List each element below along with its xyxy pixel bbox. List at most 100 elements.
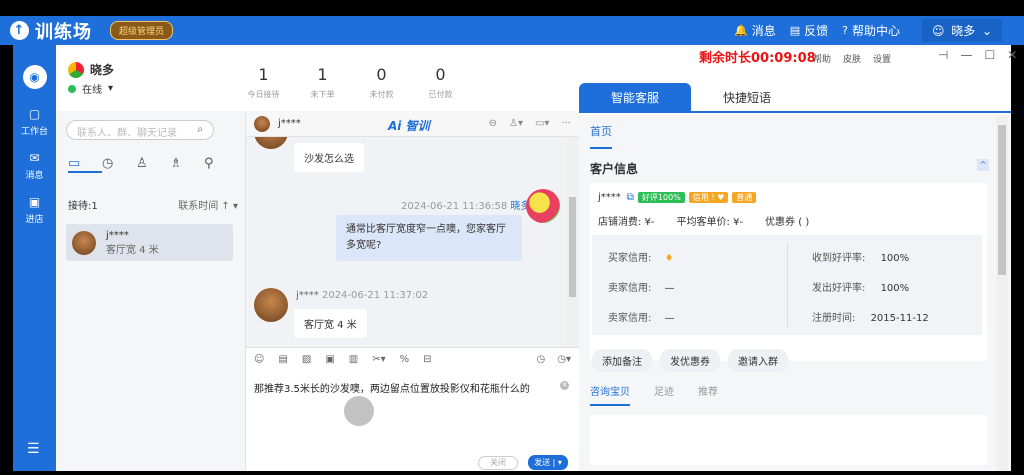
send-button[interactable]: 发送 | ▾ (528, 455, 568, 470)
stats: 1 今日接待 1 未下单 0 未付款 0 已付款 (234, 65, 470, 100)
settings-link[interactable]: 设置 (873, 52, 891, 65)
workspace-window: 晓多 在线 ▾ 1 今日接待 1 未下单 0 未付款 0 已付款 剩余时长00:09:08… (56, 45, 1017, 471)
chat-tab-icon[interactable]: ▭ (68, 156, 102, 173)
chat-panel: j**** Ai 智训 ⊖ ♙▾ ▭▾ ··· 沙发怎么选 2024-06-21… (246, 111, 579, 471)
tab-quick-phrases[interactable]: 快捷短语 (691, 83, 803, 113)
help-link[interactable]: 帮助 (813, 52, 831, 65)
text-icon[interactable]: ▤ (278, 354, 287, 365)
avatar (254, 137, 288, 149)
customer-name-row: j**** ⧉ 好评100% 信用 ! ♥ 普通 (598, 192, 757, 203)
tab-recommend[interactable]: 推荐 (698, 383, 718, 406)
customer-actions: 添加备注 发优惠券 邀请入群 (592, 349, 796, 372)
more-icon[interactable]: ⊖ (489, 118, 497, 129)
clear-icon[interactable]: ✕ (560, 381, 569, 390)
nav-message[interactable]: ✉ 消息 (13, 151, 56, 181)
avatar (254, 115, 270, 132)
card-icon[interactable]: ▥ (349, 354, 358, 365)
credit-row: 卖家信用: — (608, 283, 675, 294)
image-icon[interactable]: ▨ (302, 354, 311, 365)
ellipsis-icon[interactable]: ··· (561, 118, 571, 129)
nav-messages[interactable]: 🔔 消息 (734, 22, 776, 39)
clock-icon[interactable]: ◷ (102, 156, 136, 173)
ai-train-badge[interactable]: Ai 智训 (388, 117, 430, 134)
group-icon[interactable]: ♗ (170, 156, 204, 173)
stat-today: 1 今日接待 (247, 65, 280, 99)
assistant-tabs: 智能客服 快捷短语 (579, 83, 1011, 113)
message-bubble: 沙发怎么选 (294, 143, 364, 172)
rate-row: 发出好评率: 100% (812, 283, 910, 294)
status-select[interactable]: 在线 ▾ (68, 81, 113, 96)
online-dot-icon (68, 84, 76, 93)
product-list (590, 415, 987, 465)
nav-workbench[interactable]: ▢ 工作台 (13, 107, 56, 137)
invite-group-button[interactable]: 邀请入群 (728, 349, 788, 372)
contact-tabs: ▭ ◷ ♙ ♗ ⚲ (68, 156, 238, 173)
user-menu[interactable]: ☺ 晓多 ⌄ (922, 19, 1002, 42)
store-icon: ▣ (28, 195, 41, 209)
search-icon: ⌕ (197, 124, 203, 135)
nav-help[interactable]: ? 帮助中心 (842, 22, 900, 39)
window-controls: ⊣ — ☐ ✕ (926, 48, 1017, 62)
chat-scrollbar[interactable] (566, 137, 579, 347)
copy-icon[interactable]: ⧉ (627, 192, 634, 203)
contact-search-input[interactable]: 联系人、群、聊天记录 ⌕ (66, 120, 214, 140)
customer-card: j**** ⧉ 好评100% 信用 ! ♥ 普通 店铺消费: ¥- 平均客单价:… (590, 183, 987, 372)
minimize-icon[interactable]: — (960, 48, 972, 62)
user-icon[interactable]: ♙▾ (509, 118, 523, 129)
app-nav: 🔔 消息 ▤ 反馈 ? 帮助中心 ☺ 晓多 ⌄ (720, 19, 1002, 42)
app-header: ↑ 训练场 超级管理员 🔔 消息 ▤ 反馈 ? 帮助中心 ☺ 晓多 ⌄ (0, 16, 1024, 45)
org-icon[interactable]: ⚲ (204, 156, 238, 173)
customer-stats-row: 店铺消费: ¥- 平均客单价: ¥- 优惠券 ( ) (598, 213, 831, 228)
menu-icon[interactable]: ☰ (27, 441, 40, 457)
chat-header: j**** Ai 智训 ⊖ ♙▾ ▭▾ ··· (246, 111, 579, 137)
scissors-icon[interactable]: ✂▾ (372, 354, 385, 365)
screen-top-bar (0, 0, 1024, 16)
list-item[interactable]: j**** 客厅宽 4 米 (66, 224, 233, 261)
sort-dropdown[interactable]: 联系时间 ↑ ▾ (178, 197, 238, 212)
add-note-button[interactable]: 添加备注 (592, 349, 652, 372)
status-badge: 普通 (732, 192, 757, 203)
maximize-icon[interactable]: ☐ (984, 48, 995, 62)
remaining-timer: 剩余时长00:09:08 (699, 51, 816, 66)
tab-consult-items[interactable]: 咨询宝贝 (590, 383, 630, 406)
clock-icon[interactable]: ◷▾ (557, 354, 571, 365)
product-tabs: 咨询宝贝 足迹 推荐 (590, 383, 742, 406)
folder-icon[interactable]: ▣ (325, 354, 334, 365)
chat-header-tools: ⊖ ♙▾ ▭▾ ··· (477, 118, 571, 129)
scroll-thumb[interactable] (998, 125, 1006, 275)
template-icon[interactable]: ⊟ (423, 354, 431, 365)
nav-feedback[interactable]: ▤ 反馈 (790, 22, 828, 39)
pointer-cursor-icon (344, 396, 374, 426)
message-input[interactable]: 那推荐3.5米长的沙发噢，两边留点位置放投影仪和花瓶什么的 (254, 380, 530, 395)
close-icon[interactable]: ✕ (1007, 48, 1017, 62)
emoji-icon[interactable]: ☺ (254, 354, 264, 365)
collapse-icon[interactable]: ^ (977, 159, 989, 171)
workbench-icon: ▢ (28, 107, 41, 121)
assistant-scrollbar[interactable] (996, 115, 1008, 471)
contact-last-message: 客厅宽 4 米 (106, 244, 159, 256)
send-coupon-button[interactable]: 发优惠券 (660, 349, 720, 372)
video-icon[interactable]: ▭▾ (535, 118, 549, 129)
tab-home[interactable]: 首页 (590, 123, 612, 149)
percent-icon[interactable]: % (400, 354, 410, 365)
chat-icon[interactable]: ◉ (22, 65, 47, 89)
wait-count: 接待:1 (68, 201, 98, 212)
history-icon[interactable]: ◷ (537, 354, 546, 365)
pin-icon[interactable]: ⊣ (938, 48, 948, 62)
tab-footprint[interactable]: 足迹 (654, 383, 674, 406)
avg-price: 平均客单价: ¥- (676, 217, 744, 228)
nav-store[interactable]: ▣ 进店 (13, 195, 56, 225)
logo-arrow-icon: ↑ (10, 21, 29, 40)
mail-icon: ✉ (29, 151, 40, 165)
window-links: 帮助 皮肤 设置 (813, 52, 903, 65)
customer-name: j**** (598, 192, 621, 203)
close-button[interactable]: 关闭 (478, 456, 518, 470)
person-icon[interactable]: ♙ (136, 156, 170, 173)
assistant-panel: 智能客服 快捷短语 首页 客户信息 ^ j**** ⧉ 好评100% 信用 ! … (579, 67, 1011, 471)
skin-link[interactable]: 皮肤 (843, 52, 861, 65)
tab-smart-service[interactable]: 智能客服 (579, 83, 691, 113)
scroll-thumb[interactable] (569, 197, 576, 297)
credit-row: 买家信用: ♦ (608, 253, 674, 264)
app-logo[interactable]: ↑ 训练场 (10, 18, 92, 44)
stat-unpaid: 0 未付款 (369, 65, 394, 99)
